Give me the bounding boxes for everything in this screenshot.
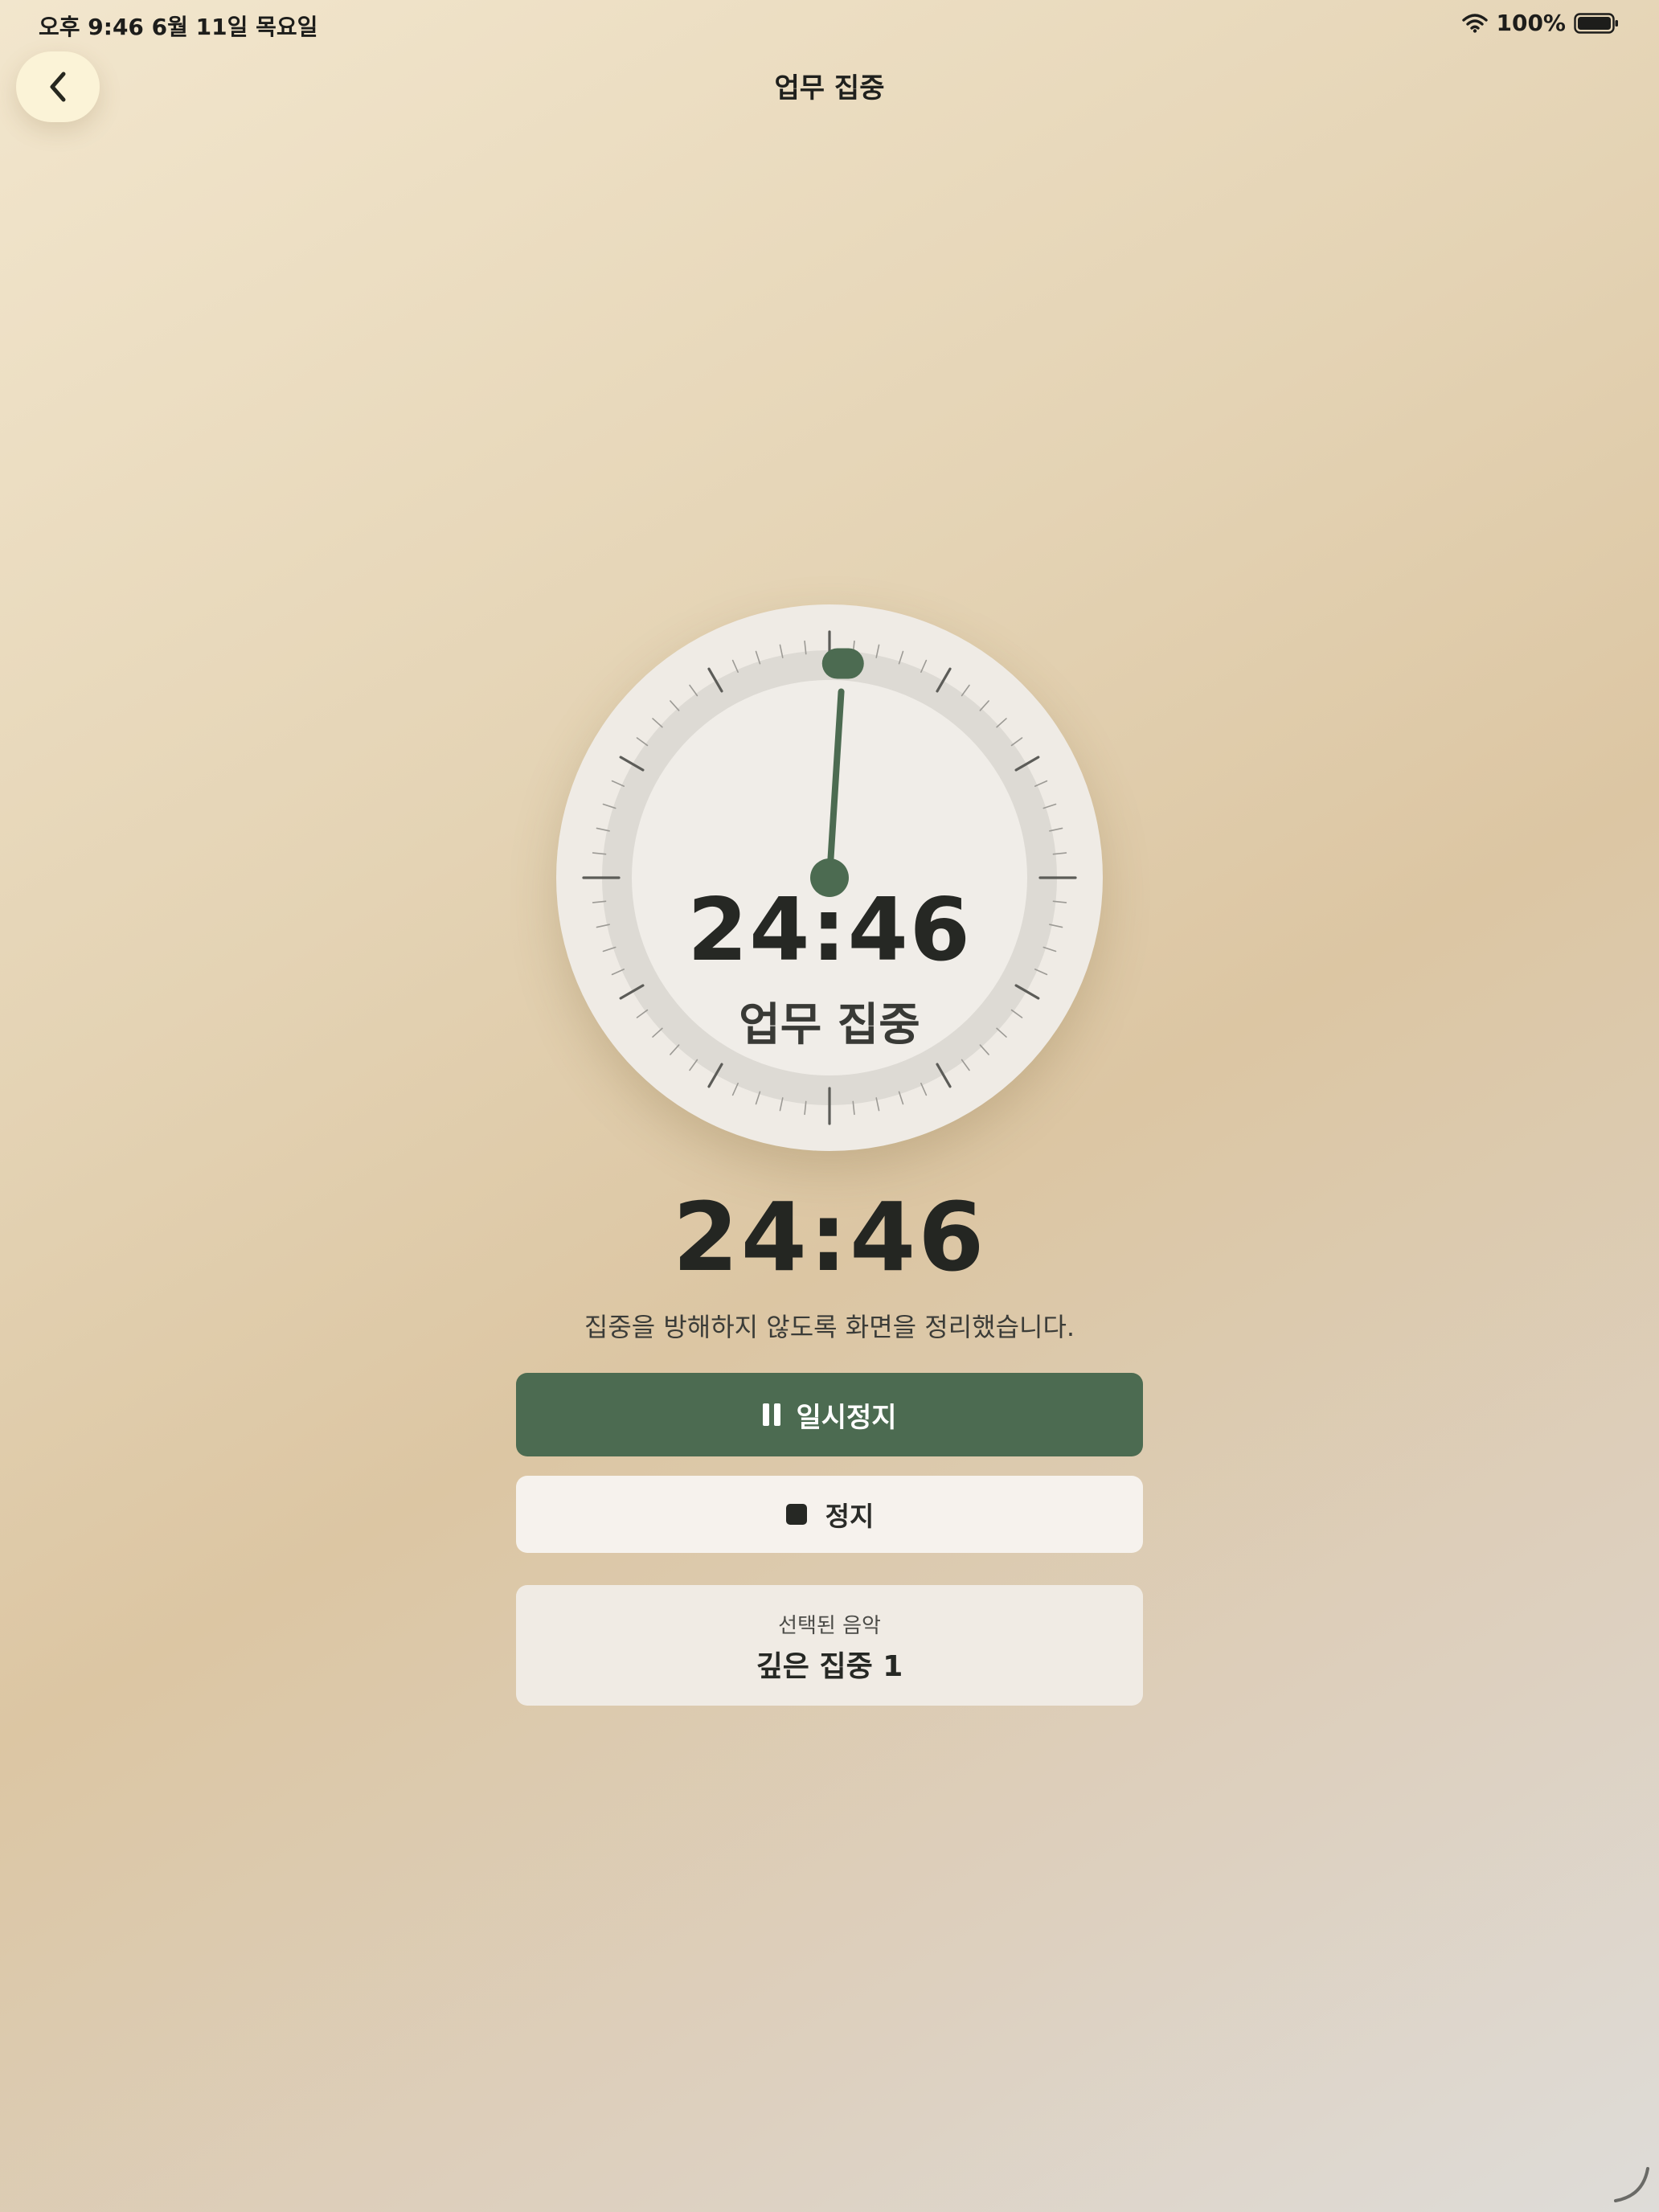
stop-icon (785, 1503, 808, 1526)
status-indicators: 100% (1462, 10, 1619, 36)
dial-tick-minor (689, 1059, 698, 1071)
timer-display: 24:46 (672, 1182, 987, 1292)
stop-button[interactable]: 정지 (516, 1476, 1143, 1553)
dial-tick-minor (996, 718, 1007, 728)
battery-icon (1574, 12, 1619, 34)
dial-tick-minor (920, 659, 928, 674)
dial-label: 업무 집중 (739, 999, 920, 1051)
pause-button[interactable]: 일시정지 (516, 1373, 1143, 1456)
status-bar: 오후 9:46 6월 11일 목요일 100% (0, 0, 1659, 51)
dial-tick-minor (636, 737, 649, 747)
status-time-date: 오후 9:46 6월 11일 목요일 (39, 14, 318, 40)
resize-handle[interactable] (1611, 2164, 1653, 2206)
dial-tick-minor (1034, 780, 1048, 787)
music-caption: 선택된 음악 (778, 1614, 881, 1638)
pause-label: 일시정지 (796, 1401, 897, 1434)
dial-tick-minor (1010, 737, 1023, 747)
battery-percent: 100% (1496, 10, 1566, 36)
stop-label: 정지 (825, 1501, 875, 1532)
dial-time: 24:46 (687, 880, 972, 981)
pause-icon (762, 1403, 781, 1427)
dial-tick-minor (979, 700, 989, 711)
dial-tick-minor (731, 659, 739, 674)
dial-handle[interactable] (821, 648, 864, 679)
selected-music-card[interactable]: 선택된 음악 깊은 집중 1 (516, 1585, 1143, 1706)
dial-tick-minor (689, 684, 698, 697)
dial-tick-minor (961, 1059, 970, 1071)
dial-tick-minor (670, 700, 680, 711)
dial-tick-minor (731, 1082, 739, 1096)
dial-tick-minor (961, 684, 970, 697)
focus-message: 집중을 방해하지 않도록 화면을 정리했습니다. (584, 1312, 1075, 1342)
timer-dial: 24:46 업무 집중 (556, 604, 1103, 1151)
dial-tick-minor (611, 780, 625, 787)
music-title: 깊은 집중 1 (756, 1650, 903, 1683)
page-title: 업무 집중 (774, 72, 885, 104)
dial-face (582, 630, 1077, 1125)
dial-tick-minor (652, 718, 663, 728)
dial-tick-minor (920, 1082, 928, 1096)
wifi-icon (1462, 13, 1489, 33)
